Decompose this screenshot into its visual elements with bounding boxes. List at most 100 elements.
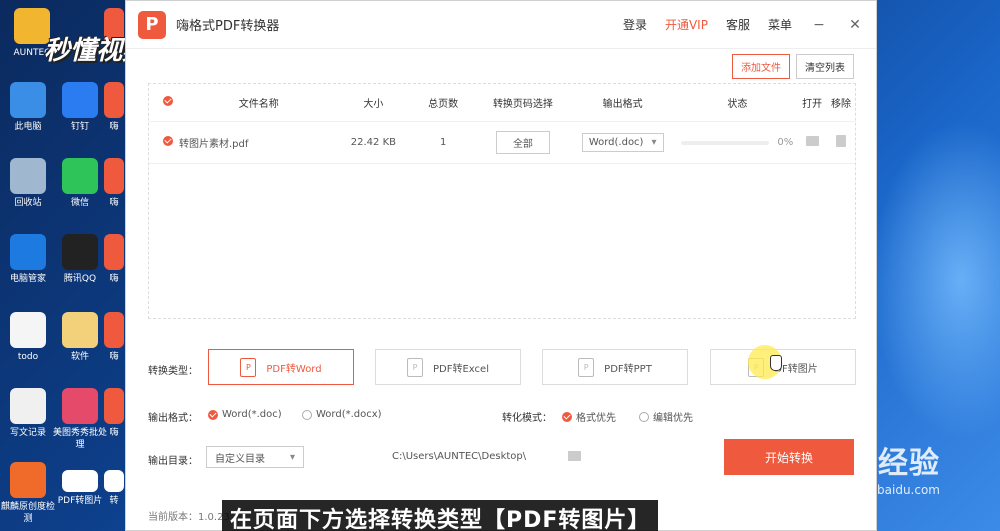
desktop-icon-partial[interactable]: 嗨 [104,312,124,363]
format-doc-radio[interactable]: Word(*.doc) [208,409,282,420]
app-icon [104,388,124,424]
desktop-icon-partial[interactable]: 嗨 [104,158,124,209]
desktop-icon-qq[interactable]: 腾讯QQ [52,234,108,285]
pdf-to-word-button[interactable]: P PDF转Word [208,349,354,385]
output-dir-select[interactable]: 自定义目录 ▾ [206,446,304,468]
select-all-checkbox[interactable] [163,96,173,106]
pdf-doc-icon: P [407,357,423,377]
pdf-to-image-button[interactable]: P DF转图片 [710,349,856,385]
title-bar: P 嗨格式PDF转换器 登录 开通VIP 客服 菜单 − ✕ [126,1,876,49]
desktop-icon-partial[interactable]: 嗨 [104,388,124,439]
folder-icon [62,312,98,348]
file-size: 22.42 KB [350,137,396,148]
header-name: 文件名称 [238,99,279,110]
app-window: P 嗨格式PDF转换器 登录 开通VIP 客服 菜单 − ✕ 添加文件 清空列表… [125,0,877,531]
desktop-icon-software[interactable]: 软件 [52,312,108,363]
file-name: 转图片素材.pdf [178,139,249,150]
app-icon [104,82,124,118]
desktop-icon-todo[interactable]: todo [0,312,56,363]
output-format-value: Word(.doc) [588,137,644,148]
desktop-icon-recycle-bin[interactable]: 回收站 [0,158,56,209]
header-range: 转换页码选择 [492,99,553,110]
clear-list-button[interactable]: 清空列表 [796,54,854,79]
desktop-icon-originality-check[interactable]: 麒麟原创度检测 [0,462,56,525]
header-format: 输出格式 [602,99,643,110]
desktop-icon-writing-log[interactable]: 写文记录 [0,388,56,439]
desktop-icon-pc-manager[interactable]: 电脑管家 [0,234,56,285]
table-row: 转图片素材.pdf 22.42 KB 1 全部 Word(.doc) ▾ 0% [149,122,855,164]
desktop-icon-pdf-to-image[interactable]: PDF转图片 [52,470,108,507]
app-icon [104,312,124,348]
radio-checked-icon [208,409,218,420]
video-caption: 在页面下方选择转换类型【PDF转图片】 [222,500,659,531]
mode-format-radio[interactable]: 格式优先 [562,409,616,424]
login-link[interactable]: 登录 [623,16,647,33]
service-link[interactable]: 客服 [726,16,750,33]
vip-link[interactable]: 开通VIP [665,16,708,33]
desktop-icon-wechat[interactable]: 微信 [52,158,108,209]
app-icon [104,234,124,270]
desktop-icon-meitu-batch[interactable]: 美图秀秀批处理 [52,388,108,451]
desktop-icon-dingtalk[interactable]: 钉钉 [52,82,108,133]
hand-cursor-icon [770,355,782,371]
row-checkbox[interactable] [163,136,173,146]
mode-edit-radio[interactable]: 编辑优先 [639,409,693,424]
header-remove: 移除 [831,99,852,110]
output-dir-label: 输出目录： [148,456,198,467]
radio-checked-icon [562,411,572,422]
app-icon [104,158,124,194]
progress-text: 0% [777,137,794,148]
document-icon [10,312,46,348]
app-logo-icon: P [138,10,166,39]
pdf-doc-icon: P [240,357,257,377]
close-icon[interactable]: ✕ [846,17,864,33]
pdf-doc-icon: P [578,357,595,377]
file-pages: 1 [439,137,447,148]
meitu-icon [62,388,98,424]
header-size: 大小 [363,99,384,110]
desktop-icon-this-pc[interactable]: 此电脑 [0,82,56,133]
minimize-icon[interactable]: − [810,17,828,33]
image-file-icon [62,470,98,492]
radio-unchecked-icon [639,411,649,422]
menu-link[interactable]: 菜单 [768,16,792,33]
pdf-to-ppt-button[interactable]: P PDF转PPT [542,349,688,385]
desktop-icon-partial[interactable]: 嗨 [104,234,124,285]
app-icon [104,470,124,492]
folder-icon[interactable] [568,451,581,461]
format-docx-radio[interactable]: Word(*.docx) [302,409,382,420]
header-status: 状态 [727,99,748,110]
header-pages: 总页数 [428,99,459,110]
app-title: 嗨格式PDF转换器 [176,19,280,34]
page-range-button[interactable]: 全部 [495,131,550,154]
recycle-bin-icon [10,158,46,194]
dingtalk-icon [62,82,98,118]
output-format-label: 输出格式： [148,413,198,424]
radio-unchecked-icon [302,409,312,420]
output-path: C:\Users\AUNTEC\Desktop\ [392,451,527,462]
mode-label: 转化模式： [502,413,552,424]
chevron-down-icon: ▾ [651,137,657,148]
title-bar-menu: 登录 开通VIP 客服 菜单 − ✕ [623,16,864,33]
trash-icon[interactable] [836,135,847,147]
conversion-type-label: 转换类型： [148,366,198,377]
file-table: 文件名称 大小 总页数 转换页码选择 输出格式 状态 打开 移除 转图片素材.p… [148,83,856,319]
start-convert-button[interactable]: 开始转换 [724,439,854,475]
add-file-button[interactable]: 添加文件 [732,54,790,79]
version-text: 当前版本：1.0.23 [148,512,230,523]
pdf-to-excel-button[interactable]: P PDF转Excel [375,349,521,385]
file-actions: 添加文件 清空列表 [732,54,854,79]
chevron-down-icon: ▾ [289,451,295,463]
desktop-icon-partial[interactable]: 嗨 [104,82,124,133]
output-format-select[interactable]: Word(.doc) ▾ [581,133,664,152]
spreadsheet-icon [10,388,46,424]
cloud-app-icon [10,462,46,498]
table-header: 文件名称 大小 总页数 转换页码选择 输出格式 状态 打开 移除 [149,84,855,122]
shield-icon [10,234,46,270]
desktop-icon-partial[interactable]: 转 [104,470,124,507]
progress-bar [681,140,770,145]
qq-penguin-icon [62,234,98,270]
header-open: 打开 [802,99,823,110]
folder-icon[interactable] [805,136,819,146]
computer-icon [10,82,46,118]
